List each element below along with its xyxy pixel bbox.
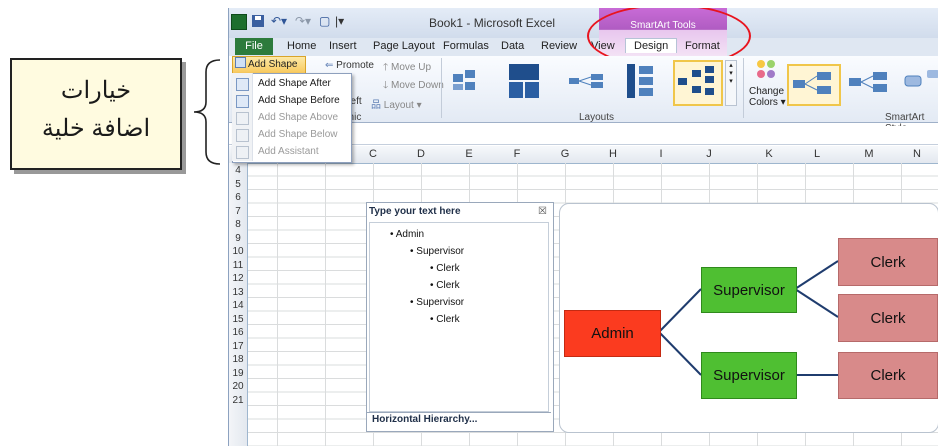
smartart-node-clerk[interactable]: Clerk [838, 238, 938, 286]
smartart-connectors [658, 260, 839, 376]
smartart-node-clerk[interactable]: Clerk [838, 352, 938, 399]
smartart-node-supervisor[interactable]: Supervisor [701, 267, 797, 313]
smartart-node-supervisor[interactable]: Supervisor [701, 352, 797, 399]
smartart-node-admin[interactable]: Admin [564, 310, 661, 357]
smartart-node-clerk[interactable]: Clerk [838, 294, 938, 342]
